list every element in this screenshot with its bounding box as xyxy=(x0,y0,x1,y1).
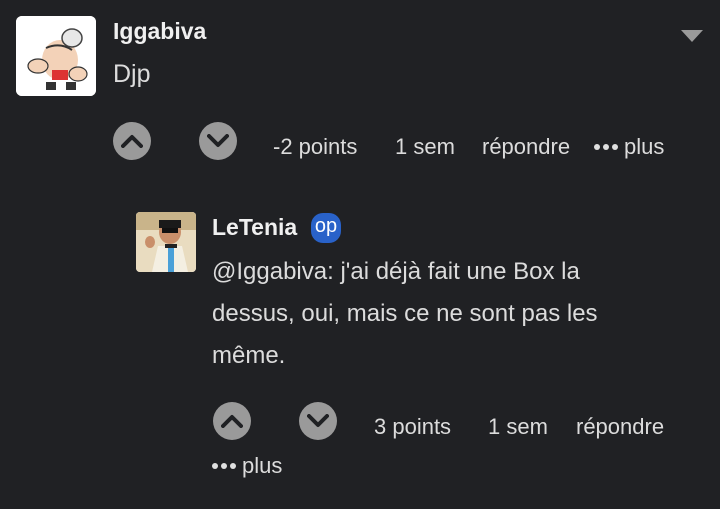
ellipsis-icon xyxy=(594,144,618,150)
comment-more-label: plus xyxy=(624,134,665,159)
ellipsis-icon xyxy=(212,463,236,469)
reply-text-line-3: même. xyxy=(212,342,286,369)
comment-username[interactable]: Iggabiva xyxy=(113,18,206,45)
chevron-down-icon xyxy=(207,134,229,147)
reply-points: 3 points xyxy=(374,414,452,439)
avatar-image xyxy=(16,16,96,96)
caret-down-icon[interactable] xyxy=(681,30,703,49)
comment-points: -2 points xyxy=(273,134,358,159)
reply-more-button[interactable]: plus xyxy=(212,453,282,479)
upvote-button[interactable] xyxy=(113,122,151,160)
reply-text-line-2: dessus, oui, mais ce ne sont pas les xyxy=(212,300,598,327)
reply-time: 1 sem xyxy=(488,414,548,439)
chevron-down-icon xyxy=(307,414,329,427)
op-badge: op xyxy=(311,213,341,243)
comment-more-button[interactable]: plus xyxy=(594,134,664,160)
reply-reply-link[interactable]: répondre xyxy=(576,414,664,440)
reply-upvote-button[interactable] xyxy=(213,402,251,440)
reply-text-line-1: @Iggabiva: j'ai déjà fait une Box la xyxy=(212,258,580,285)
chevron-up-icon xyxy=(121,135,143,148)
downvote-button[interactable] xyxy=(199,122,237,160)
comment-reply-link[interactable]: répondre xyxy=(482,134,570,160)
comment-text: Djp xyxy=(113,60,151,88)
comment-time: 1 sem xyxy=(395,134,455,159)
avatar-image xyxy=(136,212,196,272)
reply-more-label: plus xyxy=(242,453,283,478)
chevron-up-icon xyxy=(221,415,243,428)
avatar-letenia[interactable] xyxy=(136,212,196,272)
reply-username[interactable]: LeTenia xyxy=(212,214,297,241)
avatar-iggabiva[interactable] xyxy=(16,16,96,96)
reply-downvote-button[interactable] xyxy=(299,402,337,440)
